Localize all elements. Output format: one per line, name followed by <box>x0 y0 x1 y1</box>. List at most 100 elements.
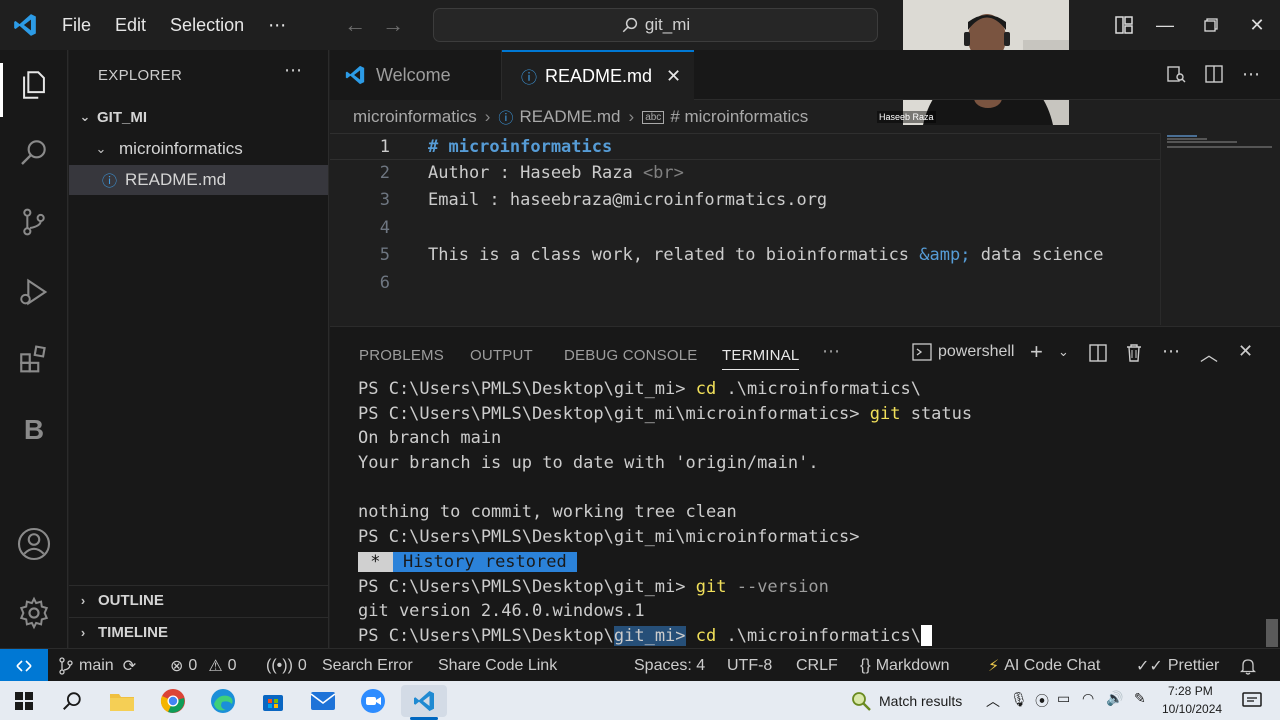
terminal-output[interactable]: PS C:\Users\PMLS\Desktop\git_mi> cd .\mi… <box>358 377 1258 649</box>
active-indicator <box>0 63 3 117</box>
tab-welcome[interactable]: Welcome <box>330 50 502 100</box>
tree-file-readme[interactable]: ⓘ README.md <box>69 165 328 195</box>
microphone-icon[interactable]: 🎙 <box>1010 691 1028 708</box>
wifi-icon[interactable]: ◠ <box>1082 690 1094 707</box>
minimize-button[interactable]: — <box>1142 0 1188 50</box>
search-error-item[interactable]: Search Error <box>322 649 413 682</box>
more-actions-icon[interactable]: ⋯ <box>1242 64 1260 89</box>
tree-folder-microinformatics[interactable]: ⌄ microinformatics <box>69 134 328 164</box>
tree-root-git-mi[interactable]: ⌄ GIT_MI <box>69 102 328 132</box>
magnifier-widget-icon[interactable] <box>845 685 877 717</box>
menu-edit[interactable]: Edit <box>103 0 158 50</box>
split-editor-icon[interactable] <box>1204 64 1224 89</box>
zoom-icon[interactable] <box>357 685 389 717</box>
explorer-icon[interactable] <box>0 55 68 117</box>
search-text: git_mi <box>644 15 691 34</box>
menu-file[interactable]: File <box>50 0 103 50</box>
notification-center-icon[interactable] <box>1236 685 1268 717</box>
close-tab-icon[interactable]: ✕ <box>666 66 681 87</box>
tab-debug-console[interactable]: DEBUG CONSOLE <box>564 347 697 364</box>
notifications-bell-icon[interactable] <box>1240 649 1256 682</box>
run-debug-icon[interactable] <box>0 262 68 322</box>
encoding-item[interactable]: UTF-8 <box>727 649 772 682</box>
breadcrumb-folder[interactable]: microinformatics <box>353 107 477 127</box>
terminal-line: Your branch is up to date with 'origin/m… <box>358 453 819 474</box>
command-center-search[interactable]: git_mi <box>433 8 878 42</box>
share-code-link-item[interactable]: Share Code Link <box>438 649 557 682</box>
split-terminal-icon[interactable] <box>1088 343 1108 368</box>
clock-time[interactable]: 7:28 PM <box>1168 684 1213 698</box>
location-icon[interactable]: ⦿ <box>1035 691 1049 711</box>
search-icon[interactable] <box>0 122 68 182</box>
terminal-more-icon[interactable]: ⋯ <box>1162 341 1180 362</box>
prettier-item[interactable]: ✓✓ Prettier <box>1136 649 1219 682</box>
open-preview-icon[interactable] <box>1166 64 1186 89</box>
back-arrow-icon[interactable]: ← <box>336 12 374 38</box>
volume-icon[interactable]: 🔊 <box>1106 690 1123 707</box>
close-window-button[interactable]: ✕ <box>1234 0 1280 50</box>
file-explorer-icon[interactable] <box>106 685 138 717</box>
tab-problems[interactable]: PROBLEMS <box>359 347 444 364</box>
terminal-line: nothing to commit, working tree clean <box>358 502 737 523</box>
sync-icon[interactable]: ⟳ <box>123 656 136 676</box>
vscode-logo-icon <box>345 65 365 85</box>
new-terminal-plus-icon[interactable]: + <box>1030 339 1043 365</box>
bottom-panel: PROBLEMS OUTPUT DEBUG CONSOLE TERMINAL ⋯… <box>330 326 1280 648</box>
breadcrumb-file[interactable]: README.md <box>519 107 620 127</box>
microsoft-store-icon[interactable] <box>257 685 289 717</box>
git-branch-icon <box>59 656 73 675</box>
ports-indicator[interactable]: ((•)) 0 <box>266 649 307 682</box>
terminal-shell-selector[interactable]: powershell <box>912 342 1014 362</box>
vscode-taskbar-icon[interactable] <box>401 685 447 717</box>
panel-more-icon[interactable]: ⋯ <box>822 341 840 362</box>
taskbar-search-icon[interactable] <box>56 685 88 717</box>
info-icon: ⓘ <box>102 172 118 190</box>
timeline-section[interactable]: › TIMELINE <box>69 617 328 647</box>
explorer-more-icon[interactable]: ⋯ <box>284 60 302 81</box>
language-mode-item[interactable]: {} Markdown <box>860 649 950 682</box>
indentation-item[interactable]: Spaces: 4 <box>634 649 705 682</box>
tab-output[interactable]: OUTPUT <box>470 347 533 364</box>
terminal-line: PS C:\Users\PMLS\Desktop\git_mi> git --v… <box>358 576 829 597</box>
minimap[interactable] <box>1160 133 1280 325</box>
problems-indicator[interactable]: ⊗ 0 ⚠ 0 <box>170 649 237 682</box>
taskbar-search-widget-text[interactable]: Match results <box>879 693 962 709</box>
tab-terminal[interactable]: TERMINAL <box>722 347 800 370</box>
mail-icon[interactable] <box>307 685 339 717</box>
chevron-down-icon[interactable]: ⌄ <box>1058 344 1069 360</box>
maximize-panel-icon[interactable]: ︿ <box>1200 341 1218 367</box>
tab-readme[interactable]: ⓘ README.md ✕ <box>502 50 694 100</box>
forward-arrow-icon[interactable]: → <box>374 12 412 38</box>
pen-icon[interactable]: ✎ <box>1134 690 1146 707</box>
restore-button[interactable] <box>1188 0 1234 50</box>
breadcrumb-symbol[interactable]: # microinformatics <box>670 107 808 127</box>
eol-item[interactable]: CRLF <box>796 649 838 682</box>
chrome-icon[interactable] <box>157 685 189 717</box>
settings-gear-icon[interactable] <box>0 583 68 643</box>
account-icon[interactable] <box>0 514 68 574</box>
edge-icon[interactable] <box>207 685 239 717</box>
source-control-icon[interactable] <box>0 192 68 252</box>
editor-area[interactable]: 1 # microinformatics 2 Author : Haseeb R… <box>330 133 1160 325</box>
vscode-logo-icon[interactable] <box>0 0 50 50</box>
b-extension-icon[interactable]: B <box>0 400 68 460</box>
lightning-icon: ⚡ <box>988 657 1000 675</box>
menu-more[interactable]: ⋯ <box>256 0 298 50</box>
battery-icon[interactable]: ▭ <box>1057 690 1070 707</box>
terminal-scrollbar[interactable] <box>1266 619 1278 647</box>
windows-start-icon[interactable] <box>8 685 40 717</box>
trash-icon[interactable] <box>1125 343 1143 368</box>
menu-selection[interactable]: Selection <box>158 0 256 50</box>
terminal-cursor <box>920 625 932 647</box>
extensions-icon[interactable] <box>0 330 68 390</box>
layout-icon[interactable] <box>1101 0 1147 50</box>
ai-code-chat-item[interactable]: ⚡ AI Code Chat <box>988 649 1100 682</box>
outline-section[interactable]: › OUTLINE <box>69 585 328 615</box>
chevron-up-icon[interactable]: ︿ <box>986 691 1000 711</box>
explorer-sidebar: EXPLORER ⋯ ⌄ GIT_MI ⌄ microinformatics ⓘ… <box>69 50 329 648</box>
branch-indicator[interactable]: main ⟳ <box>58 649 136 682</box>
close-panel-icon[interactable]: ✕ <box>1238 341 1253 362</box>
remote-indicator-icon[interactable] <box>0 649 48 682</box>
clock-date[interactable]: 10/10/2024 <box>1162 702 1222 716</box>
